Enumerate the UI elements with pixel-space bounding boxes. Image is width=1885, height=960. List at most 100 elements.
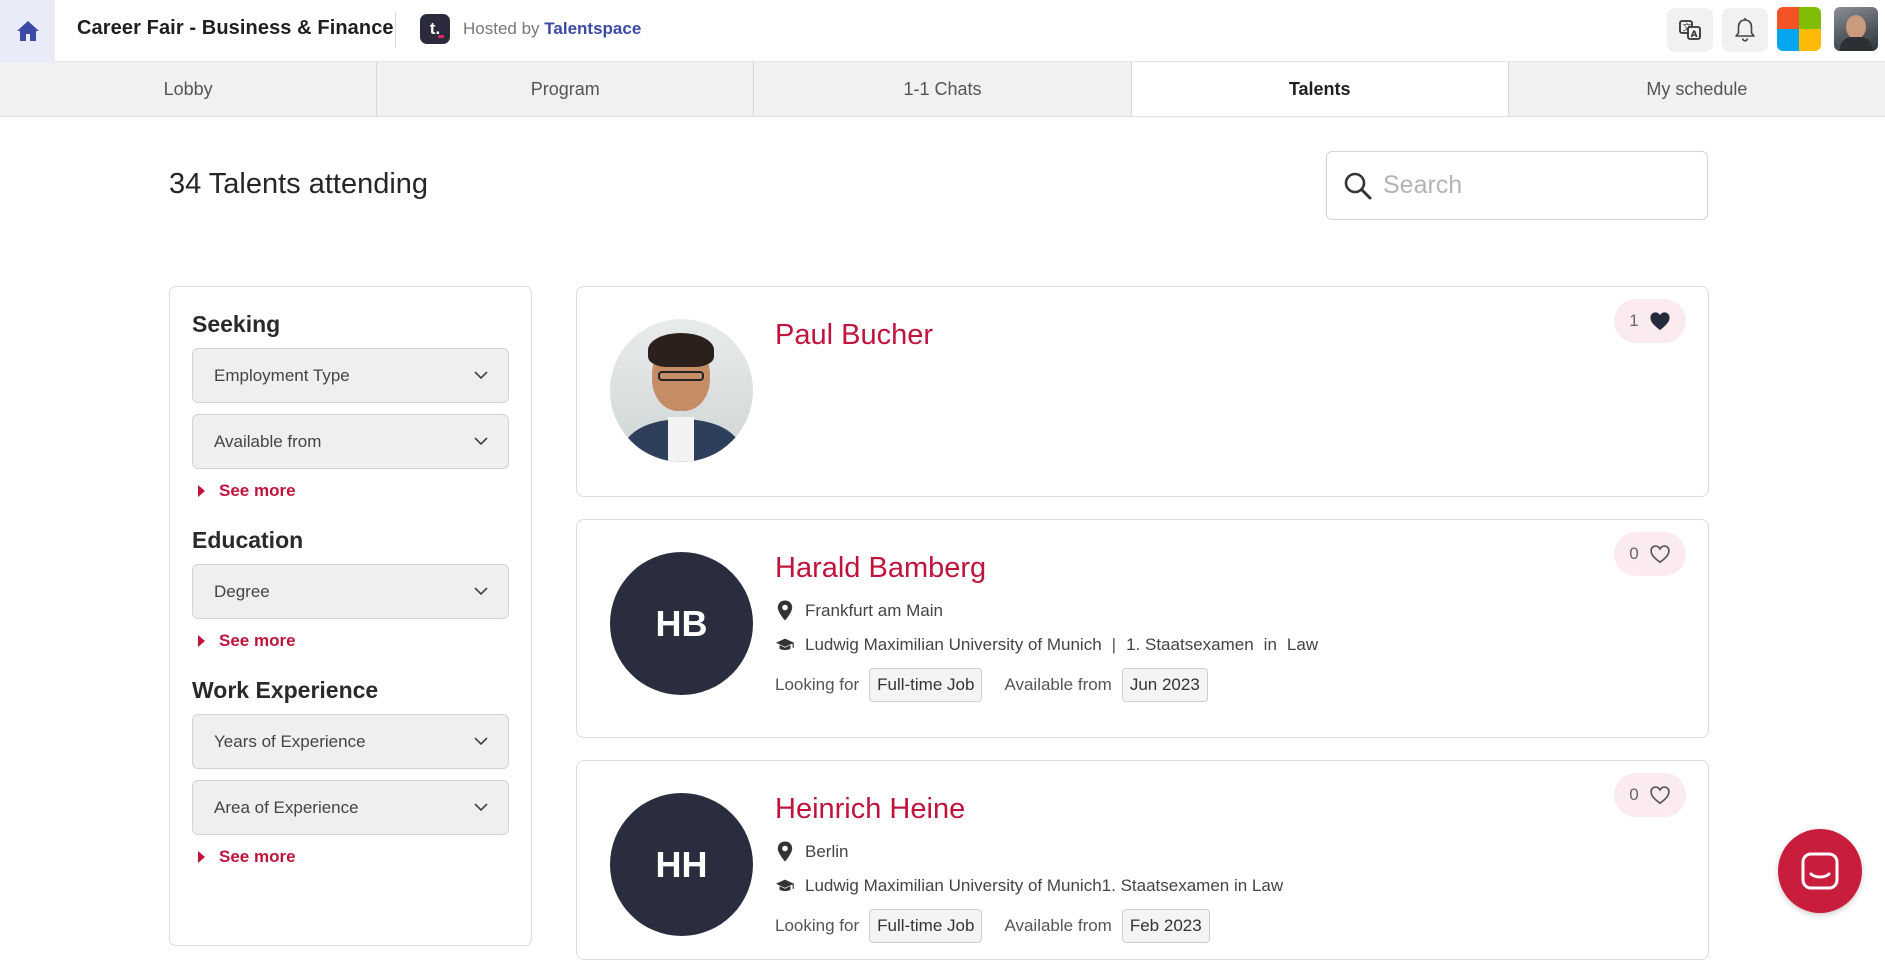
talent-name[interactable]: Harald Bamberg (775, 552, 986, 585)
like-button[interactable]: 1 (1614, 299, 1686, 343)
like-count: 0 (1629, 785, 1639, 804)
available-from-tag: Feb 2023 (1121, 909, 1210, 943)
see-more-education[interactable]: See more (192, 631, 509, 651)
app-title: Career Fair - Business & Finance (77, 17, 394, 39)
area-of-experience-select[interactable]: Area of Experience (192, 780, 509, 835)
user-avatar[interactable] (1834, 7, 1878, 51)
tab-my-schedule[interactable]: My schedule (1508, 62, 1885, 116)
looking-for-tag: Full-time Job (869, 668, 983, 702)
home-button[interactable] (0, 0, 55, 62)
select-label: Area of Experience (214, 797, 359, 817)
hosted-by: Hosted by Talentspace (463, 19, 641, 39)
talent-name[interactable]: Paul Bucher (775, 319, 933, 352)
heart-outline-icon (1650, 786, 1670, 805)
page-title: 34 Talents attending (169, 168, 429, 200)
heart-filled-icon (1650, 312, 1670, 331)
talent-card[interactable]: Paul Bucher 1 (576, 286, 1709, 497)
map-pin-icon (777, 841, 793, 862)
tab-chats[interactable]: 1-1 Chats (754, 62, 1132, 116)
degree: 1. Staatsexamen (1126, 635, 1254, 654)
talent-avatar: HB (610, 552, 753, 695)
translate-icon: 文 A (1679, 20, 1701, 40)
field: Law (1286, 635, 1319, 654)
chat-icon (1801, 852, 1839, 890)
tab-talents[interactable]: Talents (1131, 62, 1509, 116)
caret-right-icon (198, 851, 205, 863)
main-tabs: Lobby Program 1-1 Chats Talents My sched… (0, 62, 1885, 117)
tab-lobby[interactable]: Lobby (0, 62, 378, 116)
heart-outline-icon (1650, 545, 1670, 564)
talent-photo (610, 319, 753, 462)
translate-button[interactable]: 文 A (1667, 8, 1713, 52)
hosted-by-prefix: Hosted by (463, 19, 540, 38)
like-button[interactable]: 0 (1614, 773, 1686, 817)
talent-education: Ludwig Maximilian University of Munich |… (775, 635, 1318, 655)
employment-type-select[interactable]: Employment Type (192, 348, 509, 403)
notifications-button[interactable] (1722, 8, 1768, 52)
looking-for-label: Looking for (775, 916, 860, 935)
select-label: Degree (214, 581, 270, 601)
map-pin-icon (777, 600, 793, 621)
select-label: Employment Type (214, 365, 350, 385)
host-link[interactable]: Talentspace (544, 19, 641, 38)
looking-for-label: Looking for (775, 675, 860, 694)
filter-panel: Seeking Employment Type Available from S… (169, 286, 532, 946)
title-divider (395, 12, 396, 48)
in-word: in (1263, 635, 1277, 654)
search-icon (1344, 172, 1372, 199)
bell-icon (1735, 18, 1755, 42)
host-logo: t. (420, 14, 450, 44)
select-label: Available from (214, 431, 322, 451)
education-text: Ludwig Maximilian University of Munich1.… (805, 876, 1284, 895)
chevron-down-icon (474, 587, 488, 596)
talent-avatar: HH (610, 793, 753, 936)
search-input[interactable] (1383, 171, 1683, 200)
chevron-down-icon (474, 371, 488, 380)
see-more-label: See more (219, 847, 296, 866)
available-from-label: Available from (1004, 916, 1112, 935)
degree-select[interactable]: Degree (192, 564, 509, 619)
available-from-tag: Jun 2023 (1121, 668, 1208, 702)
university: Ludwig Maximilian University of Munich (805, 635, 1102, 654)
home-icon (16, 21, 39, 41)
location-text: Frankfurt am Main (805, 600, 943, 620)
talent-location: Berlin (775, 841, 848, 862)
talent-card[interactable]: HB Harald Bamberg 0 Frankfurt am Main Lu… (576, 519, 1709, 738)
svg-text:A: A (1691, 30, 1698, 40)
talent-meta: Looking for Full-time Job Available from… (775, 909, 1210, 943)
like-count: 1 (1629, 311, 1639, 330)
like-count: 0 (1629, 544, 1639, 563)
talent-name[interactable]: Heinrich Heine (775, 793, 965, 826)
see-more-seeking[interactable]: See more (192, 481, 509, 501)
microsoft-logo[interactable] (1777, 7, 1821, 51)
chevron-down-icon (474, 737, 488, 746)
looking-for-tag: Full-time Job (869, 909, 983, 943)
filter-group-title: Seeking (192, 311, 281, 337)
separator: | (1111, 635, 1117, 654)
chevron-down-icon (474, 437, 488, 446)
see-more-work-experience[interactable]: See more (192, 847, 509, 867)
caret-right-icon (198, 635, 205, 647)
available-from-select[interactable]: Available from (192, 414, 509, 469)
available-from-label: Available from (1004, 675, 1112, 694)
chevron-down-icon (474, 803, 488, 812)
talent-education: Ludwig Maximilian University of Munich1.… (775, 876, 1283, 896)
filter-group-title: Work Experience (192, 677, 379, 703)
graduation-cap-icon (775, 638, 795, 650)
filter-group-title: Education (192, 527, 304, 553)
chat-launcher-button[interactable] (1778, 829, 1862, 913)
talent-location: Frankfurt am Main (775, 600, 943, 621)
talent-meta: Looking for Full-time Job Available from… (775, 668, 1208, 702)
search-box[interactable] (1326, 151, 1708, 220)
years-of-experience-select[interactable]: Years of Experience (192, 714, 509, 769)
location-text: Berlin (805, 841, 849, 861)
caret-right-icon (198, 485, 205, 497)
host-logo-letter: t. (429, 19, 441, 38)
graduation-cap-icon (775, 879, 795, 891)
see-more-label: See more (219, 631, 296, 650)
tab-program[interactable]: Program (377, 62, 755, 116)
talent-card[interactable]: HH Heinrich Heine 0 Berlin Ludwig Maximi… (576, 760, 1709, 960)
like-button[interactable]: 0 (1614, 532, 1686, 576)
select-label: Years of Experience (214, 731, 366, 751)
top-bar: Career Fair - Business & Finance t. Host… (0, 0, 1885, 62)
